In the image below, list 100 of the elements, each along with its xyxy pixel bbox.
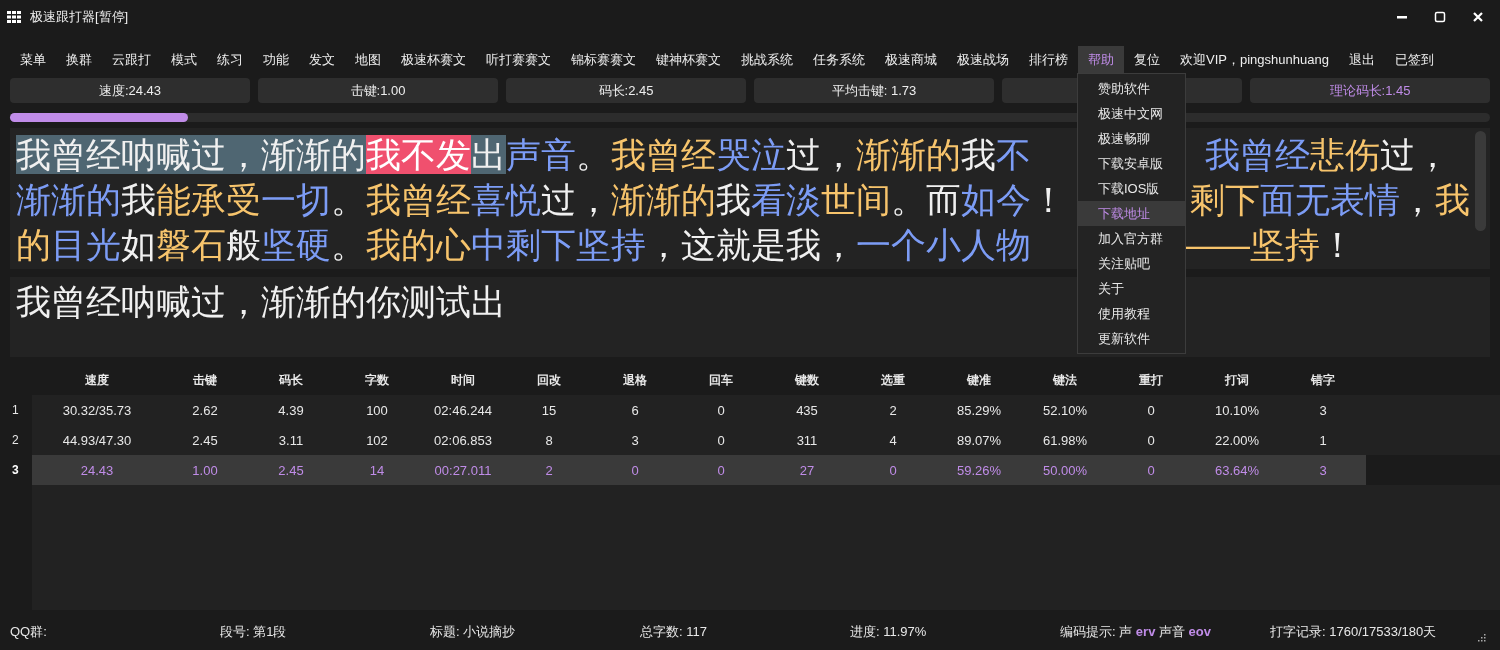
article-text: 渐渐的 [856,135,961,174]
menu-option[interactable]: 下载IOS版 [1078,176,1185,201]
menu-item[interactable]: 极速商城 [875,46,947,74]
article-text: ！ [1031,180,1066,219]
table-cell-text: 102 [365,432,389,448]
article-text: ！ [1320,225,1355,264]
menu-item[interactable]: 挑战系统 [731,46,803,74]
status-text: QQ群: [10,623,48,641]
table-row[interactable]: 1 30.32/35.73 2.62 4.39 100 02:46.244 15 6 0 435 2 85.29% 52.10% 0 10.10% 3 [0,395,1500,425]
menu-option[interactable]: 极速畅聊 [1078,126,1185,151]
column-header: 码长 [278,371,304,389]
column-header: 重打 [1138,371,1164,389]
table-row[interactable]: 3 24.43 1.00 2.45 14 00:27.011 2 0 0 27 0 59.26% 50.00% 0 63.64% 3 [0,455,1366,485]
menu-item[interactable]: 锦标赛赛文 [561,46,646,74]
stat-box: 码长:2.45 [506,78,746,103]
menu-item[interactable]: 菜单 [10,46,56,74]
article-text: 渐渐的 [611,180,716,219]
table-cell-text: 0 [630,462,640,478]
menu-item[interactable]: 换群 [56,46,102,74]
table-cell-text: 3 [1318,462,1328,478]
status-text: 段号: 第1段 [220,623,288,641]
article-text: 中剩下坚持 [471,225,646,264]
table-cell-text: 3 [630,432,640,448]
menu-item[interactable]: 听打赛赛文 [476,46,561,74]
article-text: 。 [576,135,611,174]
menu-item[interactable]: 退出 [1338,46,1385,74]
article-text: 不 [996,135,1031,174]
status-text: 进度: 11.97% [850,623,928,641]
article-text: 一切 [261,180,331,219]
menu-item[interactable]: 帮助 [1078,46,1124,74]
article-text: 渐渐的 [16,180,121,219]
row-number: 3 [0,455,32,485]
column-header: 打词 [1224,371,1250,389]
menu-item[interactable]: 极速战场 [947,46,1019,74]
menu-item[interactable]: 排行榜 [1019,46,1078,74]
article-text: 如 [121,225,156,264]
menu-item[interactable]: 极速杯赛文 [391,46,476,74]
menu-option[interactable]: 使用教程 [1078,301,1185,326]
menu-option[interactable]: 赞助软件 [1078,76,1185,101]
table-cell-text: 435 [795,402,819,418]
stat-box: 理论码长:1.45 [1250,78,1490,103]
menu-option[interactable]: 下载安卓版 [1078,151,1185,176]
table-cell-text: 50.00% [1041,462,1089,478]
table-cell-text: 2 [544,462,554,478]
menu-item[interactable]: 欢迎VIP，pingshunhuang [1170,46,1339,74]
table-cell-text: 4.39 [277,402,305,418]
table-cell-text: 52.10% [1041,402,1089,418]
column-header: 回车 [708,371,734,389]
menu-item[interactable]: 模式 [161,46,207,74]
table-cell-text: 8 [544,432,554,448]
menu-option[interactable]: 关于 [1078,276,1185,301]
menu-item[interactable]: 地图 [345,46,391,74]
menu-item[interactable]: 任务系统 [803,46,875,74]
table-cell-text: 2.45 [191,432,219,448]
article-text: 我的心 [366,225,471,264]
article-text: 。而 [891,180,961,219]
article-text: 我 [1435,180,1470,219]
table-cell-text: 63.64% [1213,462,1261,478]
article-text: 哭泣 [716,135,786,174]
menu-item[interactable]: 键神杯赛文 [646,46,731,74]
table-cell-text: 22.00% [1213,432,1261,448]
menu-option[interactable]: 下载地址 [1078,201,1185,226]
menu-item[interactable]: 练习 [207,46,253,74]
row-number: 2 [0,425,32,455]
resize-grip-icon[interactable] [1478,634,1486,642]
article-text: ， [1400,180,1435,219]
table-row[interactable]: 2 44.93/47.30 2.45 3.11 102 02:06.853 8 3 0 311 4 89.07% 61.98% 0 22.00% 1 [0,425,1500,455]
menu-item[interactable]: 功能 [253,46,299,74]
menu-option[interactable]: 更新软件 [1078,326,1185,351]
article-text: 我不发 [366,135,471,174]
status-text: 打字记录: 1760/17533/180天 [1270,623,1437,641]
column-header: 错字 [1310,371,1336,389]
maximize-icon[interactable] [1434,11,1446,23]
article-text: 我 [121,180,156,219]
article-text: 过， [541,180,611,219]
table-cell-text: 0 [1146,432,1156,448]
article-text: 。 [331,180,366,219]
menu-item[interactable]: 复位 [1124,46,1170,74]
table-cell-text: 30.32/35.73 [61,402,133,418]
menu-option[interactable]: 关注贴吧 [1078,251,1185,276]
table-cell-text: 89.07% [955,432,1003,448]
menu-option[interactable]: 加入官方群 [1078,226,1185,251]
column-header: 击键 [192,371,218,389]
article-text: 世间 [821,180,891,219]
table-cell-text: 1.00 [191,462,219,478]
article-text: 我曾经 [366,180,471,219]
menu-item[interactable]: 已签到 [1384,46,1444,74]
menu-item[interactable]: 云跟打 [102,46,161,74]
column-header: 回改 [536,371,562,389]
row-number: 1 [0,395,32,425]
article-text: 如今 [961,180,1031,219]
menu-option[interactable]: 极速中文网 [1078,101,1185,126]
article-text: 过， [786,135,856,174]
menu-item[interactable]: 发文 [299,46,345,74]
close-icon[interactable] [1472,11,1484,23]
table-cell-text: 02:06.853 [433,432,493,448]
article-text: 坚硬 [261,225,331,264]
article-text: 剩下 [1190,180,1260,219]
article-text: 过， [1380,135,1450,174]
article-text: 目光 [51,225,121,264]
